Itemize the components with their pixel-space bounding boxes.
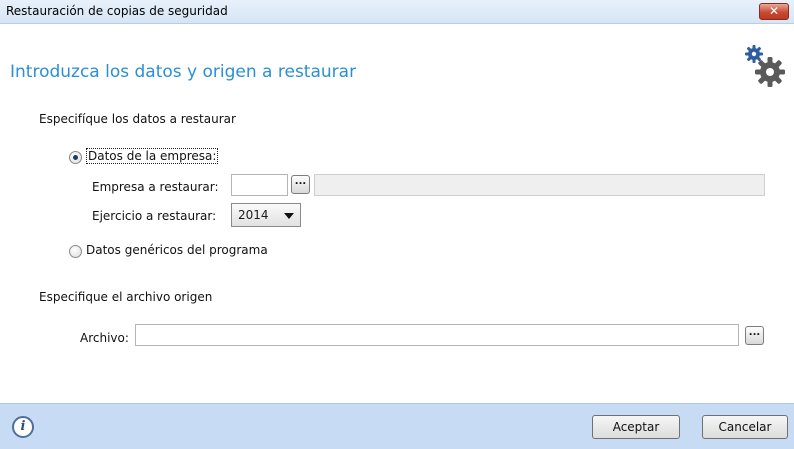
year-select[interactable]: 2014: [231, 203, 301, 227]
info-icon[interactable]: i: [12, 416, 34, 438]
radio-company-label[interactable]: Datos de la empresa:: [86, 148, 219, 164]
title-bar: Restauración de copias de seguridad: [0, 0, 794, 24]
file-field-label: Archivo:: [80, 331, 129, 345]
file-browse-button[interactable]: ...: [745, 326, 764, 345]
company-browse-button[interactable]: ...: [291, 175, 310, 194]
chevron-down-icon: [284, 213, 294, 219]
data-section-title: Especifíque los datos a restaurar: [39, 112, 236, 126]
close-icon: ✕: [768, 4, 780, 18]
year-select-value: 2014: [238, 208, 269, 222]
radio-generic-label[interactable]: Datos genéricos del programa: [86, 243, 268, 257]
radio-generic-data[interactable]: [69, 245, 82, 258]
company-field-label: Empresa a restaurar:: [92, 180, 219, 194]
accept-button[interactable]: Aceptar: [592, 415, 680, 439]
file-input[interactable]: [135, 324, 739, 346]
source-section-title: Especifique el archivo origen: [39, 290, 213, 304]
gears-icon: [745, 45, 785, 87]
radio-company-data[interactable]: [69, 151, 82, 164]
close-button[interactable]: ✕: [759, 3, 789, 20]
window-title: Restauración de copias de seguridad: [6, 4, 228, 18]
year-field-label: Ejercicio a restaurar:: [92, 209, 217, 223]
company-input[interactable]: [231, 174, 288, 196]
cancel-button[interactable]: Cancelar: [702, 415, 788, 439]
company-description-field: [314, 174, 765, 196]
page-title: Introduzca los datos y origen a restaura…: [10, 62, 357, 82]
